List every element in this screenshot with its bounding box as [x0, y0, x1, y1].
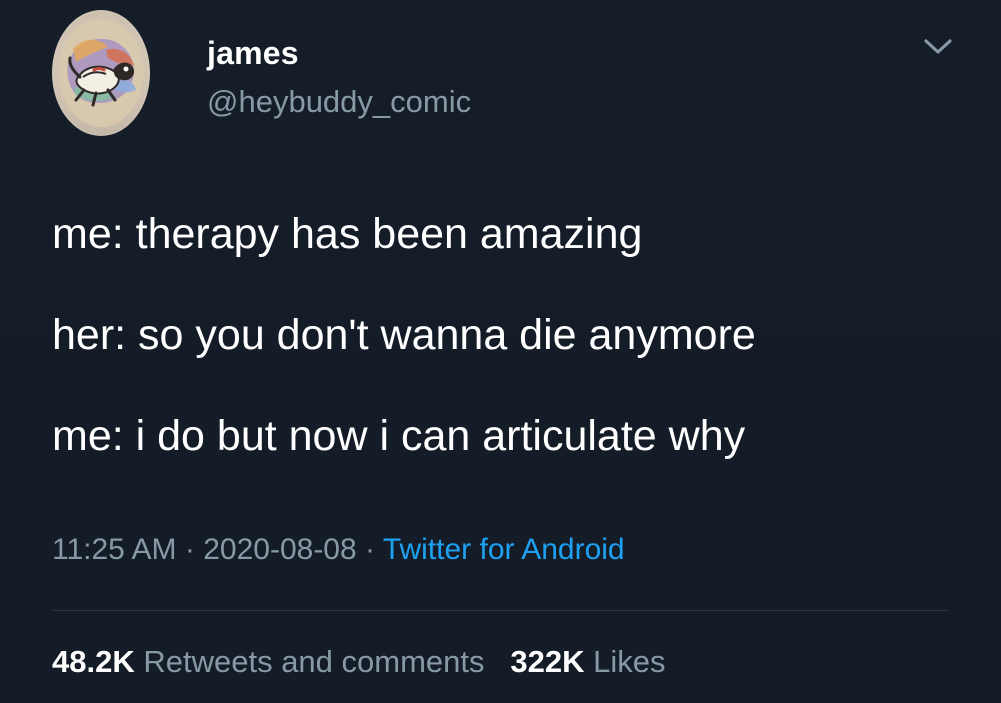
retweets-stat[interactable]: 48.2K Retweets and comments [52, 644, 493, 679]
divider [52, 610, 949, 611]
tweet-time[interactable]: 11:25 AM [52, 533, 177, 566]
retweets-count: 48.2K [52, 644, 135, 679]
tweet-text-line: her: so you don't wanna die anymore [52, 311, 756, 359]
tweet-text-line: me: i do but now i can articulate why [52, 412, 746, 460]
likes-label: Likes [593, 644, 666, 679]
chevron-down-icon[interactable] [921, 34, 955, 58]
tweet-stats: 48.2K Retweets and comments 322K Likes [52, 644, 665, 680]
avatar[interactable] [52, 10, 150, 136]
tweet-metadata: 11:25 AM · 2020-08-08 · Twitter for Andr… [52, 533, 625, 567]
meta-separator: · [365, 533, 376, 566]
meta-separator: · [184, 533, 195, 566]
likes-count: 322K [510, 644, 585, 679]
likes-stat[interactable]: 322K Likes [510, 644, 665, 679]
tweet-card: james @heybuddy_comic me: therapy has be… [0, 0, 1001, 703]
tweet-date[interactable]: 2020-08-08 [203, 533, 356, 566]
avatar-illustration [59, 19, 143, 127]
retweets-label: Retweets and comments [143, 644, 485, 679]
tweet-text-line: me: therapy has been amazing [52, 210, 643, 258]
display-name[interactable]: james [207, 35, 299, 72]
username-handle[interactable]: @heybuddy_comic [207, 84, 471, 120]
tweet-source-link[interactable]: Twitter for Android [383, 533, 625, 566]
